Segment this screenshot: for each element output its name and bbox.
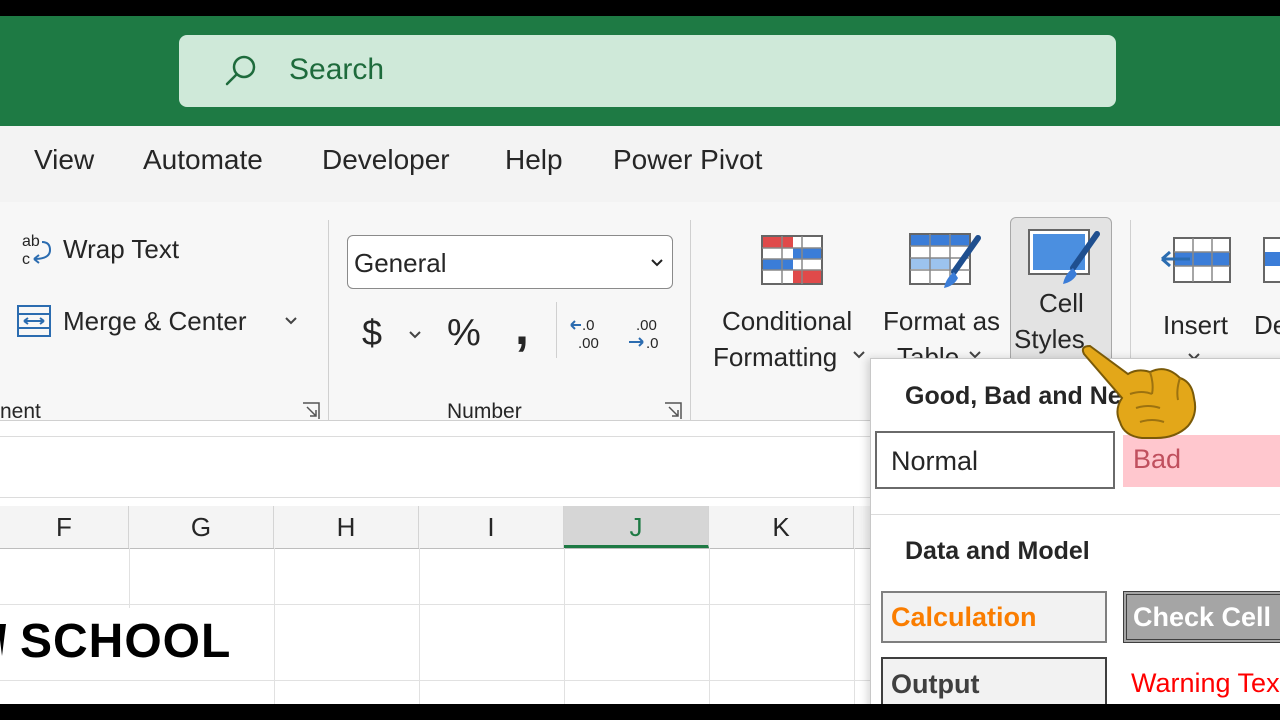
wrap-text-label: Wrap Text xyxy=(63,234,180,264)
title-bar: Search xyxy=(0,16,1280,126)
conditional-formatting-label-2: Formatting xyxy=(713,342,838,372)
decrease-decimal-icon[interactable]: .00 .0 xyxy=(626,314,666,354)
conditional-formatting-button[interactable]: Conditional Formatting xyxy=(710,220,870,372)
column-header-i[interactable]: I xyxy=(419,506,564,548)
tab-view[interactable]: View xyxy=(34,144,94,176)
tab-help[interactable]: Help xyxy=(505,144,563,176)
format-as-table-button[interactable]: Format as Table xyxy=(880,220,1005,372)
grid-line xyxy=(274,548,275,704)
divider xyxy=(871,514,1280,515)
merge-center-label: Merge & Center xyxy=(63,306,247,336)
style-normal[interactable]: Normal xyxy=(875,431,1115,489)
grid-line xyxy=(854,548,855,704)
svg-text:.0: .0 xyxy=(646,335,659,352)
increase-decimal-icon[interactable]: .0 .00 xyxy=(568,314,608,354)
format-as-table-label-1: Format as xyxy=(883,306,1001,336)
column-header-j[interactable]: J xyxy=(564,506,709,548)
tab-power-pivot[interactable]: Power Pivot xyxy=(613,144,762,176)
format-as-table-icon xyxy=(909,233,981,288)
delete-cells-icon xyxy=(1263,237,1280,283)
svg-text:.00: .00 xyxy=(636,317,657,334)
insert-cells-icon xyxy=(1161,237,1231,283)
percent-button[interactable]: % xyxy=(447,312,481,355)
column-headers: F G H I J K xyxy=(0,506,870,549)
number-group-label: Number xyxy=(447,400,522,423)
cell-styles-label-1: Cell xyxy=(1039,288,1084,318)
search-icon xyxy=(225,55,256,86)
grid-line xyxy=(0,604,870,605)
grid-line xyxy=(564,548,565,704)
wrap-text-button[interactable]: ab c Wrap Text xyxy=(20,230,220,270)
group-divider xyxy=(690,220,691,420)
search-placeholder: Search xyxy=(289,53,385,86)
column-header-k[interactable]: K xyxy=(709,506,854,548)
merge-center-icon xyxy=(17,305,51,337)
cell-styles-label-2: Styles xyxy=(1014,324,1085,354)
merge-center-button[interactable]: Merge & Center xyxy=(16,302,306,342)
cell-styles-gallery: Good, Bad and Neutral Normal Bad Data an… xyxy=(870,358,1280,704)
column-header-h[interactable]: H xyxy=(274,506,419,548)
group-divider xyxy=(328,220,329,420)
column-header-f[interactable]: F xyxy=(0,506,129,548)
search-box[interactable]: Search xyxy=(179,35,1116,107)
number-format-dropdown[interactable]: General xyxy=(347,235,673,289)
dialog-launcher-icon[interactable] xyxy=(302,402,320,420)
comma-style-button[interactable]: , xyxy=(515,298,529,356)
chevron-down-icon xyxy=(651,259,663,267)
conditional-formatting-label-1: Conditional xyxy=(722,306,853,336)
chevron-down-icon xyxy=(853,351,865,359)
svg-text:.00: .00 xyxy=(578,335,599,352)
wrap-text-icon: ab c xyxy=(22,233,52,268)
alignment-group-label: nent xyxy=(0,400,41,423)
ribbon-tabs: View Automate Developer Help Power Pivot xyxy=(0,126,1280,202)
style-calculation[interactable]: Calculation xyxy=(881,591,1107,643)
currency-button[interactable]: $ xyxy=(362,312,382,354)
section-data-and-model: Data and Model xyxy=(905,537,1090,565)
currency-chevron-icon[interactable] xyxy=(408,330,422,340)
delete-label-partial: De xyxy=(1254,310,1280,340)
style-output[interactable]: Output xyxy=(881,657,1107,704)
divider xyxy=(556,302,557,358)
school-title-cell[interactable]: SCHOOL xyxy=(20,614,231,669)
grid-line xyxy=(709,548,710,704)
grid-line xyxy=(419,548,420,704)
grid-line xyxy=(129,548,130,608)
tab-automate[interactable]: Automate xyxy=(143,144,263,176)
svg-text:ab: ab xyxy=(22,233,40,250)
svg-text:.0: .0 xyxy=(582,317,595,334)
style-check-cell[interactable]: Check Cell xyxy=(1123,591,1280,643)
tab-developer[interactable]: Developer xyxy=(322,144,450,176)
style-warning-text[interactable]: Warning Text xyxy=(1123,659,1280,704)
chevron-down-icon xyxy=(285,317,297,325)
cell-styles-icon xyxy=(1028,229,1100,284)
grid-line xyxy=(0,680,870,681)
excel-window: Search View Automate Developer Help Powe… xyxy=(0,16,1280,704)
number-format-value: General xyxy=(354,248,447,278)
delete-button[interactable]: De xyxy=(1254,220,1280,370)
pointing-hand-icon xyxy=(1081,344,1197,439)
conditional-formatting-icon xyxy=(761,235,823,285)
svg-text:c: c xyxy=(22,251,30,268)
cell-text-fragment xyxy=(0,614,20,664)
column-header-g[interactable]: G xyxy=(129,506,274,548)
dialog-launcher-icon[interactable] xyxy=(664,402,682,420)
